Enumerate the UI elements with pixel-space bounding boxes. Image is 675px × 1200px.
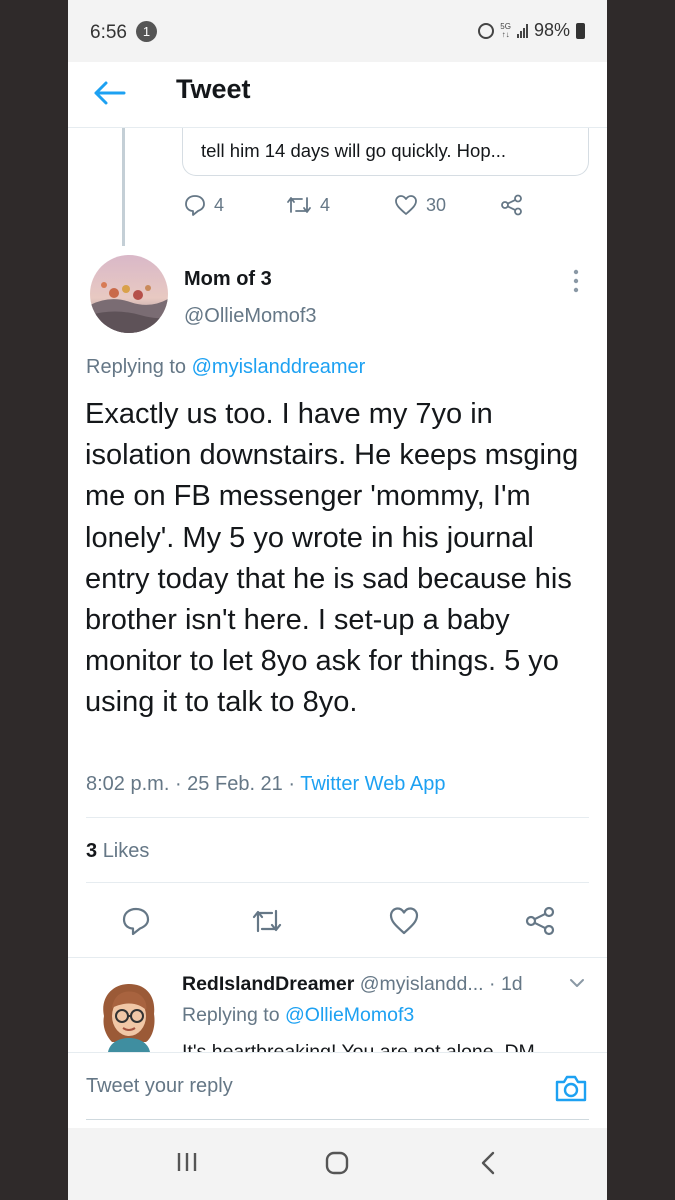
more-options-icon[interactable]	[570, 268, 582, 294]
chevron-down-icon[interactable]	[568, 976, 586, 990]
right-backdrop	[607, 0, 675, 1200]
composer-underline	[86, 1119, 589, 1120]
android-navigation-bar	[68, 1128, 607, 1200]
bitmoji-avatar-image	[103, 984, 155, 1052]
reply-icon[interactable]	[120, 905, 152, 937]
heart-icon[interactable]	[388, 905, 420, 937]
arrow-left-icon[interactable]	[92, 78, 128, 108]
reply-composer: Tweet your reply	[68, 1052, 607, 1128]
network-5g-icon: 5G ↑↓	[500, 21, 511, 39]
reply-header: RedIslandDreamer @myislandd... · 1d	[182, 973, 523, 995]
network-label: 5G	[500, 21, 511, 31]
left-backdrop	[0, 0, 68, 1200]
tweet-actions	[68, 905, 607, 939]
tweet-date: 25 Feb. 21	[187, 773, 283, 795]
reply-replying-prefix: Replying to	[182, 1004, 280, 1026]
reply-icon	[185, 195, 205, 216]
author-name[interactable]: Mom of 3	[184, 268, 272, 291]
previous-like-button[interactable]: 30	[394, 194, 446, 216]
signal-icon	[516, 23, 528, 38]
reply-replying-to-mention[interactable]: @OllieMomof3	[285, 1004, 414, 1026]
battery-percent: 98%	[533, 20, 570, 40]
camera-icon[interactable]	[554, 1073, 588, 1103]
balloon-landscape-avatar-image	[90, 255, 168, 333]
status-time: 6:56	[90, 22, 127, 43]
replying-to-line: Replying to @myislanddreamer	[86, 356, 365, 379]
quoted-tweet-text: tell him 14 days will go quickly. Hop...	[201, 140, 507, 161]
share-icon[interactable]	[524, 905, 556, 937]
quoted-tweet-card[interactable]: tell him 14 days will go quickly. Hop...	[182, 128, 589, 176]
replying-to-mention[interactable]: @myislanddreamer	[192, 356, 366, 378]
divider	[68, 957, 607, 958]
author-handle[interactable]: @OllieMomof3	[184, 305, 317, 328]
heart-icon	[395, 195, 417, 215]
tweet-timestamp: 8:02 p.m. · 25 Feb. 21 · Twitter Web App	[86, 773, 446, 795]
page-title: Tweet	[176, 74, 251, 104]
share-icon	[501, 194, 522, 216]
tweet-source-link[interactable]: Twitter Web App	[300, 773, 445, 795]
divider	[86, 882, 589, 883]
reply-input[interactable]: Tweet your reply	[86, 1075, 233, 1098]
tweet-text: Exactly us too. I have my 7yo in isolati…	[85, 398, 579, 719]
likes-label: Likes	[102, 840, 150, 862]
phone-screen: 6:56 1 5G ↑↓ 98% Tweet tell him 14 days w…	[68, 0, 607, 1200]
tweet-header: Tweet	[68, 62, 607, 128]
likes-summary[interactable]: 3 Likes	[86, 840, 149, 863]
reply-age: 1d	[500, 973, 523, 995]
reply-author-handle[interactable]: @myislandd...	[360, 973, 484, 995]
home-icon[interactable]	[324, 1150, 350, 1176]
retweet-icon	[287, 197, 311, 213]
replying-prefix: Replying to	[86, 356, 187, 378]
tweet-time: 8:02 p.m.	[86, 773, 170, 795]
previous-reply-count: 4	[214, 194, 225, 215]
back-icon[interactable]	[480, 1150, 496, 1176]
divider	[86, 817, 589, 818]
author-avatar[interactable]	[90, 255, 168, 333]
previous-share-button[interactable]	[500, 194, 524, 216]
notification-badge: 1	[136, 21, 157, 42]
previous-retweet-count: 4	[320, 194, 331, 215]
previous-like-count: 30	[426, 194, 447, 215]
retweet-icon[interactable]	[251, 905, 283, 937]
reply-replying-to-line: Replying to @OllieMomof3	[182, 1004, 414, 1027]
previous-reply-button[interactable]: 4	[184, 194, 224, 216]
reply-author-name[interactable]: RedIslandDreamer	[182, 973, 354, 995]
thread-connector-line	[122, 128, 125, 246]
battery-icon	[576, 22, 585, 39]
recent-apps-icon[interactable]	[175, 1150, 199, 1174]
previous-tweet-actions: 4 4 30	[68, 194, 607, 224]
alarm-icon	[478, 22, 495, 39]
reply-author-avatar[interactable]	[94, 978, 164, 1052]
status-icons: 5G ↑↓ 98%	[478, 20, 585, 41]
likes-count: 3	[86, 840, 98, 862]
status-bar: 6:56 1 5G ↑↓ 98%	[68, 0, 607, 62]
previous-retweet-button[interactable]: 4	[286, 194, 330, 216]
reply-text: It's heartbreaking! You are not alone. D…	[182, 1041, 535, 1052]
